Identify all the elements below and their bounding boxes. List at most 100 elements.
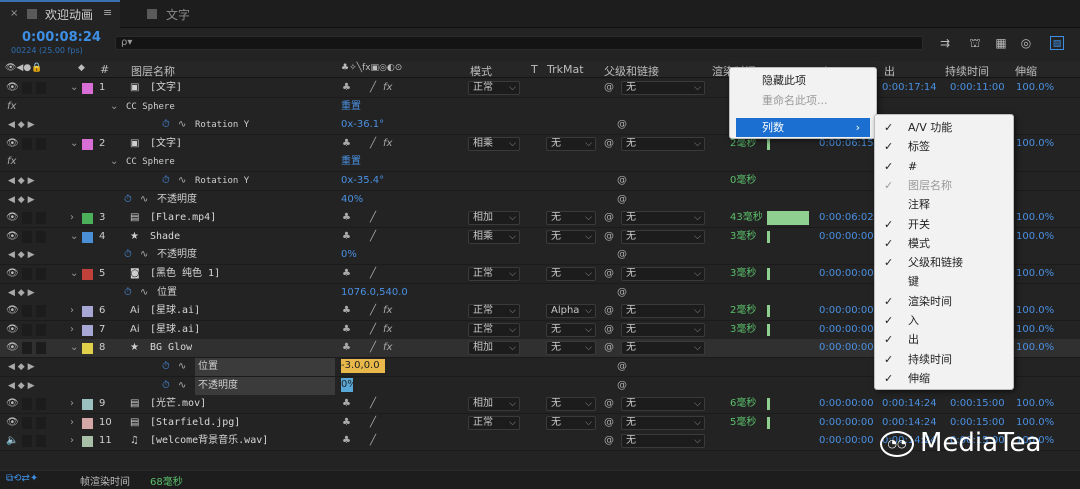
shy-switch-icon[interactable]: ♣ — [342, 339, 351, 357]
parent-dropdown[interactable]: 无 ⌵ — [621, 397, 705, 411]
trkmat-dropdown[interactable]: 无 ⌵ — [546, 267, 596, 281]
shy-switch-icon[interactable]: ♣ — [342, 432, 351, 450]
in-time[interactable]: 0:00:00:00 — [819, 432, 874, 450]
columns-submenu-item[interactable]: ✓ 伸缩 — [875, 369, 1013, 388]
solo-switch[interactable] — [22, 82, 32, 94]
out-header[interactable]: 出 — [884, 63, 895, 79]
lock-switch[interactable] — [36, 212, 46, 224]
mode-dropdown[interactable]: 相乘 ⌵ — [468, 230, 520, 244]
mode-header[interactable]: 模式 — [470, 63, 492, 79]
solo-switch[interactable] — [22, 435, 32, 447]
parent-dropdown[interactable]: 无 ⌵ — [621, 434, 705, 448]
pick-whip-icon[interactable]: @ — [617, 172, 627, 190]
trkmat-dropdown[interactable]: 无 ⌵ — [546, 137, 596, 151]
stretch-value[interactable]: 100.0% — [1016, 302, 1054, 320]
duration-time[interactable]: 0:00:15:00 — [950, 395, 1005, 413]
in-time[interactable]: 0:00:00:00 — [819, 321, 874, 339]
parent-dropdown[interactable]: 无 ⌵ — [621, 81, 705, 95]
stretch-value[interactable]: 100.0% — [1016, 209, 1054, 227]
shy-switch-icon[interactable]: ♣ — [342, 395, 351, 413]
shy-switch-icon[interactable]: ♣ — [342, 302, 351, 320]
columns-submenu-item[interactable]: ✓ 标签 — [875, 137, 1013, 156]
solo-switch[interactable] — [22, 268, 32, 280]
t-header[interactable]: T — [531, 63, 538, 76]
stopwatch-icon[interactable]: ⏱ — [162, 172, 170, 190]
label-color-swatch[interactable] — [82, 399, 93, 410]
quality-switch-icon[interactable]: ╱ — [370, 209, 376, 227]
chevron-down-icon[interactable]: ⌄ — [70, 265, 78, 283]
columns-submenu-item[interactable]: ✓ 出 — [875, 330, 1013, 349]
graph-icon[interactable]: ∿ — [178, 358, 186, 376]
keyframe-navigator[interactable]: ◀ ◆ ▶ — [8, 172, 35, 190]
lock-switch[interactable] — [36, 268, 46, 280]
in-time[interactable]: 0:00:00:00 — [819, 228, 874, 246]
pick-whip-icon[interactable]: @ — [604, 209, 614, 227]
columns-submenu-item[interactable]: ✓ 开关 — [875, 215, 1013, 234]
keyframe-navigator[interactable]: ◀ ◆ ▶ — [8, 246, 35, 264]
duration-header[interactable]: 持续时间 — [945, 63, 989, 79]
columns-submenu-item[interactable]: ✓ # — [875, 157, 1013, 176]
stopwatch-icon[interactable]: ⏱ — [162, 116, 170, 134]
label-color-swatch[interactable] — [82, 325, 93, 336]
layer-name[interactable]: Shade — [150, 228, 180, 246]
reset-link[interactable]: 重置 — [341, 98, 361, 116]
graph-icon[interactable]: ∿ — [178, 172, 186, 190]
layer-name[interactable]: BG Glow — [150, 339, 192, 357]
lock-switch[interactable] — [36, 82, 46, 94]
composition-flowchart-icon[interactable]: ⇉ — [938, 36, 952, 50]
layer-name[interactable]: [星球.ai] — [150, 302, 200, 320]
effect-switch-icon[interactable]: fx — [383, 321, 392, 339]
eye-icon[interactable]: 👁 — [6, 339, 19, 357]
lock-switch[interactable] — [36, 342, 46, 354]
parent-dropdown[interactable]: 无 ⌵ — [621, 230, 705, 244]
layer-row[interactable]: 👁 ⌄ 1 ▣ [文字] ♣ ╱ fx 正常 ⌵ @ 无 ⌵ 0:00:17:14 0:00:11:00 10… — [0, 79, 1080, 98]
layer-name[interactable]: [Starfield.jpg] — [150, 414, 240, 432]
label-color-swatch[interactable] — [82, 139, 93, 150]
stretch-header[interactable]: 伸缩 — [1015, 63, 1037, 79]
chevron-right-icon[interactable]: › — [70, 321, 74, 339]
eye-icon[interactable]: 👁 — [6, 265, 19, 283]
keyframe-navigator[interactable]: ◀ ◆ ▶ — [8, 377, 35, 395]
mode-dropdown[interactable]: 正常 ⌵ — [468, 304, 520, 318]
label-color-swatch[interactable] — [82, 213, 93, 224]
columns-submenu-item[interactable]: 键 — [875, 272, 1013, 291]
eye-icon[interactable]: 👁 — [6, 228, 19, 246]
stopwatch-icon[interactable]: ⏱ — [162, 377, 170, 395]
shy-switch-icon[interactable]: ♣ — [342, 265, 351, 283]
stopwatch-icon[interactable]: ⏱ — [124, 284, 132, 302]
trkmat-dropdown[interactable]: 无 ⌵ — [546, 323, 596, 337]
solo-switch[interactable] — [22, 342, 32, 354]
pick-whip-icon[interactable]: @ — [617, 191, 627, 209]
chevron-down-icon[interactable]: ⌄ — [70, 135, 78, 153]
columns-submenu-item[interactable]: ✓ 入 — [875, 311, 1013, 330]
graph-icon[interactable]: ∿ — [140, 284, 148, 302]
frame-blending-icon[interactable]: ▦ — [994, 36, 1008, 50]
label-color-swatch[interactable] — [82, 232, 93, 243]
stretch-value[interactable]: 100.0% — [1016, 339, 1054, 357]
lock-switch[interactable] — [36, 435, 46, 447]
label-color-swatch[interactable] — [82, 306, 93, 317]
pick-whip-icon[interactable]: @ — [604, 79, 614, 97]
property-value[interactable]: 0% — [341, 378, 357, 392]
chevron-right-icon[interactable]: › — [70, 414, 74, 432]
shy-switch-icon[interactable]: ♣ — [342, 135, 351, 153]
mode-dropdown[interactable]: 相加 ⌵ — [468, 341, 520, 355]
search-icon[interactable]: ρ▾ — [121, 37, 132, 48]
motion-blur-icon[interactable]: ◎ — [1019, 36, 1033, 50]
solo-switch[interactable] — [22, 138, 32, 150]
layer-name[interactable]: [星球.ai] — [150, 321, 200, 339]
chevron-right-icon[interactable]: › — [70, 395, 74, 413]
pick-whip-icon[interactable]: @ — [617, 116, 627, 134]
lock-switch[interactable] — [36, 138, 46, 150]
audio-icon[interactable]: 🔈 — [6, 432, 18, 450]
in-time[interactable]: 0:00:00:00 — [819, 414, 874, 432]
pick-whip-icon[interactable]: @ — [604, 414, 614, 432]
pick-whip-icon[interactable]: @ — [604, 265, 614, 283]
effect-switch-icon[interactable]: fx — [383, 339, 392, 357]
columns-submenu-item[interactable]: ✓ 模式 — [875, 234, 1013, 253]
pick-whip-icon[interactable]: @ — [617, 246, 627, 264]
pick-whip-icon[interactable]: @ — [617, 377, 627, 395]
parent-header[interactable]: 父级和链接 — [604, 63, 659, 79]
lock-switch[interactable] — [36, 417, 46, 429]
shy-switch-icon[interactable]: ♣ — [342, 228, 351, 246]
